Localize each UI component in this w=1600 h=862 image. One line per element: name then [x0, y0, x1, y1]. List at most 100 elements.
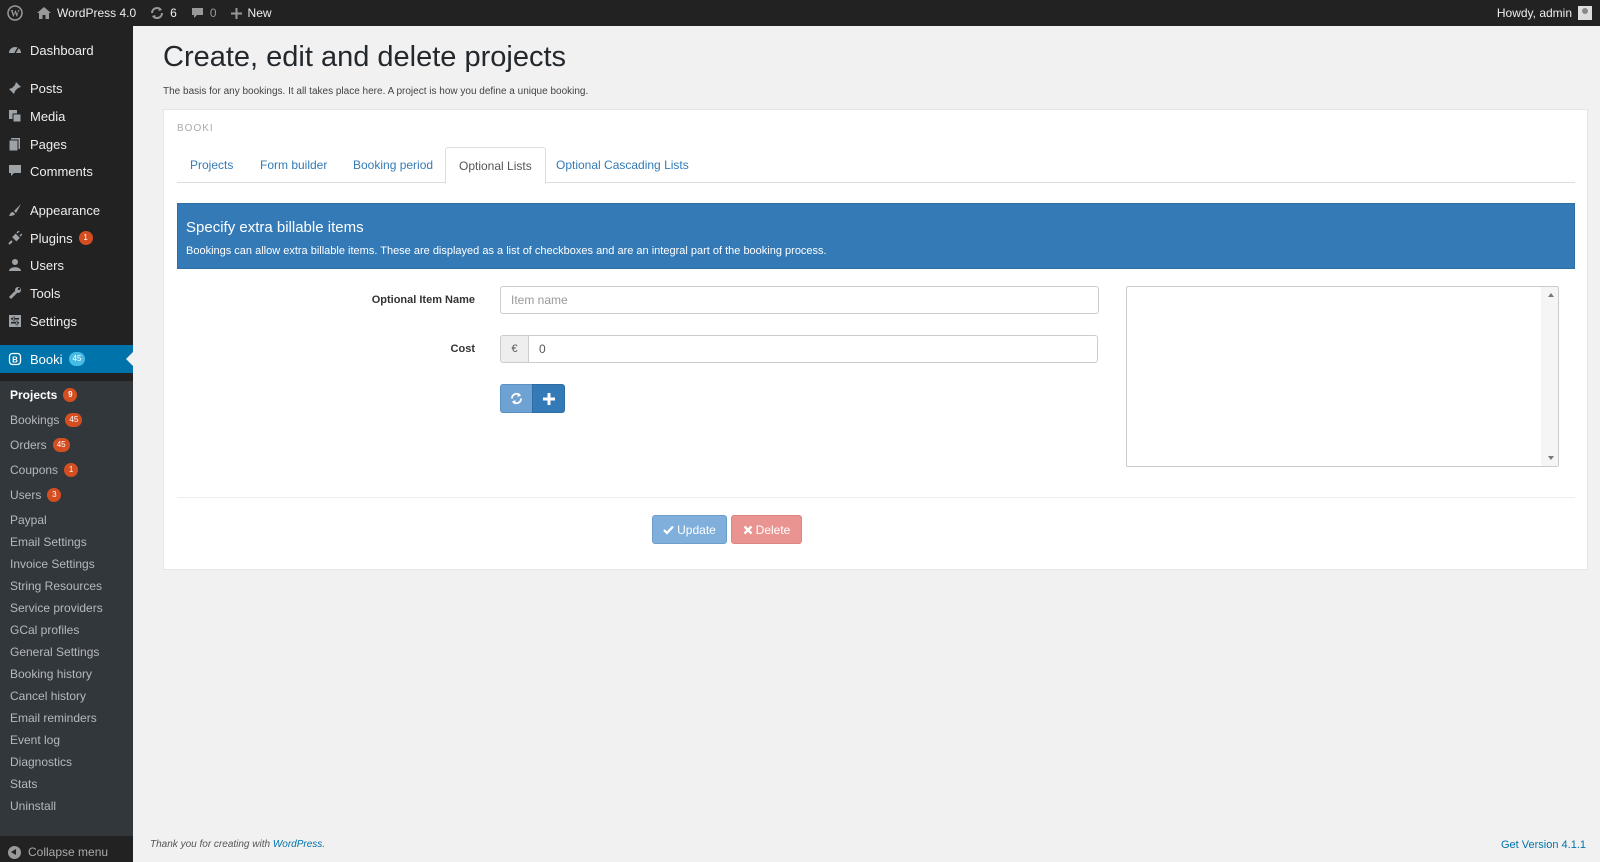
user-icon — [8, 258, 22, 272]
submenu-booking-history[interactable]: Booking history — [10, 664, 92, 684]
delete-label: Delete — [755, 522, 791, 537]
list-button-group — [500, 384, 565, 413]
footer-thanks-prefix: Thank you for creating with — [150, 839, 271, 850]
coupons-badge: 1 — [64, 463, 79, 477]
refresh-button[interactable] — [500, 384, 533, 413]
menu-settings[interactable]: Settings — [0, 307, 133, 335]
comments-count: 0 — [209, 6, 217, 20]
item-name-input[interactable]: Item name — [500, 286, 1099, 314]
howdy-text: Howdy, admin — [1496, 6, 1572, 20]
settings-icon — [8, 314, 22, 328]
updates-link[interactable]: 6 — [143, 0, 184, 26]
menu-users[interactable]: Users — [0, 251, 133, 279]
submenu-service-providers[interactable]: Service providers — [10, 598, 103, 618]
collapse-menu-button[interactable]: Collapse menu — [0, 842, 133, 862]
submenu-stats[interactable]: Stats — [10, 774, 37, 794]
comment-icon — [191, 8, 203, 18]
update-label: Update — [677, 522, 716, 537]
add-item-button[interactable] — [532, 384, 565, 413]
optional-items-list[interactable] — [1126, 286, 1559, 467]
site-name-link[interactable]: WordPress 4.0 — [30, 0, 143, 26]
scroll-up-icon[interactable] — [1548, 293, 1554, 297]
menu-posts[interactable]: Posts — [0, 74, 133, 102]
avatar — [1578, 6, 1592, 20]
submenu-email-settings[interactable]: Email Settings — [10, 532, 87, 552]
menu-booki[interactable]: B Booki 45 — [0, 345, 133, 373]
menu-booki-label: Booki — [30, 351, 63, 367]
menu-pages[interactable]: Pages — [0, 130, 133, 158]
submenu-orders[interactable]: Orders 45 — [10, 435, 70, 455]
tab-form-builder[interactable]: Form builder — [247, 147, 340, 183]
submenu-projects[interactable]: Projects 9 — [10, 385, 78, 405]
collapse-menu-label: Collapse menu — [28, 845, 109, 859]
submenu-paypal[interactable]: Paypal — [10, 510, 47, 530]
booki-submenu: Projects 9 Bookings 45 Orders 45 Coupons 1 U… — [0, 381, 133, 836]
menu-plugins-label: Plugins — [30, 230, 73, 246]
booki-badge: 45 — [68, 352, 86, 366]
menu-media[interactable]: Media — [0, 102, 133, 130]
submenu-coupons-label: Coupons — [10, 463, 59, 477]
wordpress-link[interactable]: WordPress — [273, 839, 322, 850]
menu-comments[interactable]: Comments — [0, 157, 133, 185]
submenu-orders-label: Orders — [10, 438, 47, 452]
info-box: Specify extra billable items Bookings ca… — [177, 203, 1575, 269]
menu-plugins[interactable]: Plugins 1 — [0, 224, 133, 252]
scroll-down-icon[interactable] — [1548, 456, 1554, 460]
info-heading: Specify extra billable items — [186, 219, 364, 236]
submenu-cancel-history[interactable]: Cancel history — [10, 686, 86, 706]
submenu-event-log[interactable]: Event log — [10, 730, 60, 750]
brush-icon — [8, 203, 22, 217]
menu-dashboard-label: Dashboard — [30, 42, 94, 58]
tab-booking-period[interactable]: Booking period — [340, 147, 446, 183]
projects-badge: 9 — [63, 388, 78, 402]
tab-projects[interactable]: Projects — [177, 147, 246, 183]
plus-icon — [230, 7, 242, 19]
menu-tools-label: Tools — [30, 285, 61, 301]
menu-settings-label: Settings — [30, 313, 77, 329]
check-icon — [663, 525, 674, 535]
tab-optional-cascading-lists[interactable]: Optional Cascading Lists — [543, 147, 702, 183]
submenu-general-settings[interactable]: General Settings — [10, 642, 99, 662]
submenu-coupons[interactable]: Coupons 1 — [10, 460, 79, 480]
account-menu[interactable]: Howdy, admin — [1490, 0, 1600, 26]
submenu-email-reminders[interactable]: Email reminders — [10, 708, 97, 728]
footer-thanks: Thank you for creating with WordPress. — [150, 839, 325, 850]
submenu-bookings[interactable]: Bookings 45 — [10, 410, 83, 430]
comment-icon — [8, 164, 22, 178]
tab-optional-lists[interactable]: Optional Lists — [445, 147, 546, 184]
admin-bar: W WordPress 4.0 6 0 New Howdy, admin — [0, 0, 1600, 26]
submenu-uninstall[interactable]: Uninstall — [10, 796, 56, 816]
menu-comments-label: Comments — [30, 163, 93, 179]
menu-appearance-label: Appearance — [30, 202, 101, 218]
plus-icon — [542, 392, 555, 405]
submenu-diagnostics[interactable]: Diagnostics — [10, 752, 72, 772]
list-scrollbar[interactable] — [1541, 287, 1558, 466]
menu-appearance[interactable]: Appearance — [0, 196, 133, 224]
site-name: WordPress 4.0 — [57, 6, 137, 20]
submenu-gcal-profiles[interactable]: GCal profiles — [10, 620, 79, 640]
wordpress-logo-icon[interactable]: W — [0, 0, 30, 26]
menu-pages-label: Pages — [30, 136, 67, 152]
get-version-link[interactable]: Get Version 4.1.1 — [1501, 839, 1586, 851]
cost-input[interactable]: 0 — [528, 335, 1098, 363]
tab-bar: Projects Form builder Booking period Opt… — [177, 147, 1575, 184]
close-icon — [743, 525, 753, 534]
submenu-string-resources[interactable]: String Resources — [10, 576, 102, 596]
info-text: Bookings can allow extra billable items.… — [186, 245, 827, 257]
comments-link[interactable]: 0 — [184, 0, 224, 26]
submenu-invoice-settings[interactable]: Invoice Settings — [10, 554, 95, 574]
page-title: Create, edit and delete projects — [163, 41, 567, 73]
menu-posts-label: Posts — [30, 80, 63, 96]
bookings-badge: 45 — [65, 413, 83, 427]
submenu-users[interactable]: Users 3 — [10, 485, 62, 505]
menu-dashboard[interactable]: Dashboard — [0, 36, 133, 64]
update-button[interactable]: Update — [652, 515, 727, 544]
new-content-link[interactable]: New — [224, 0, 279, 26]
new-label: New — [247, 6, 272, 20]
menu-tools[interactable]: Tools — [0, 279, 133, 307]
pages-icon — [8, 137, 22, 151]
form-divider — [177, 497, 1575, 498]
submenu-projects-label: Projects — [10, 388, 58, 402]
svg-text:B: B — [12, 356, 18, 365]
delete-button[interactable]: Delete — [731, 515, 802, 544]
